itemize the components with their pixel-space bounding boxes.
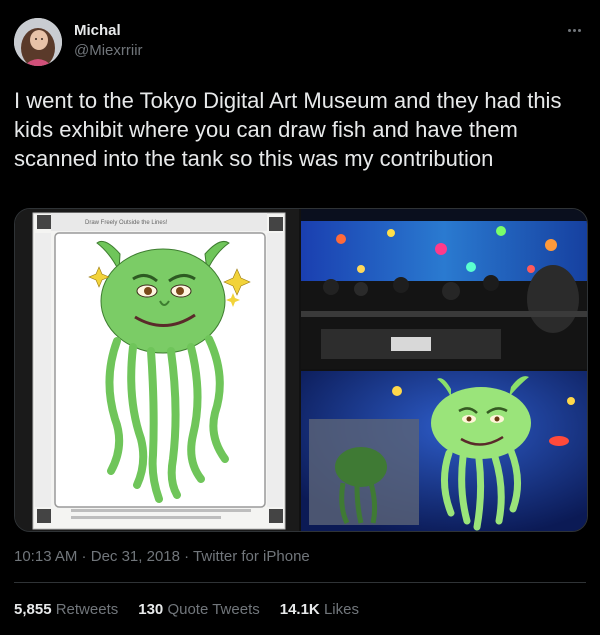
quote-tweets-stat[interactable]: 130 Quote Tweets — [138, 601, 259, 618]
tweet-time[interactable]: 10:13 AM — [14, 548, 77, 565]
tweet-date[interactable]: Dec 31, 2018 — [91, 548, 180, 565]
quotes-count: 130 — [138, 601, 164, 618]
photo-museum-room[interactable] — [301, 209, 587, 369]
more-options-icon[interactable] — [562, 22, 586, 38]
author-handle[interactable]: @Miexrriir — [74, 42, 143, 59]
meta-separator: · — [77, 548, 91, 565]
avatar[interactable] — [14, 18, 62, 66]
photo-projected-jellyfish[interactable] — [301, 371, 587, 531]
photo-drawing-sheet[interactable]: Draw Freely Outside the Lines! — [15, 209, 299, 531]
media-grid: Draw Freely Outside the Lines! — [14, 208, 588, 532]
quotes-label: Quote Tweets — [167, 601, 260, 618]
sheet-header-text: Draw Freely Outside the Lines! — [85, 220, 168, 226]
tweet-meta: 10:13 AM · Dec 31, 2018 · Twitter for iP… — [14, 548, 310, 565]
tweet-stats: 5,855 Retweets 130 Quote Tweets 14.1K Li… — [14, 601, 359, 618]
retweets-label: Retweets — [55, 601, 119, 618]
author-name[interactable]: Michal — [74, 22, 121, 39]
retweets-stat[interactable]: 5,855 Retweets — [14, 601, 118, 618]
retweets-count: 5,855 — [14, 601, 52, 618]
tweet-text: I went to the Tokyo Digital Art Museum a… — [14, 88, 562, 171]
likes-stat[interactable]: 14.1K Likes — [280, 601, 359, 618]
meta-separator: · — [179, 548, 194, 565]
likes-count: 14.1K — [279, 601, 320, 618]
divider — [14, 582, 586, 583]
tweet-card: Michal @Miexrriir I went to the Tokyo Di… — [0, 0, 600, 635]
tweet-source[interactable]: Twitter for iPhone — [193, 548, 310, 565]
likes-label: Likes — [323, 601, 359, 618]
